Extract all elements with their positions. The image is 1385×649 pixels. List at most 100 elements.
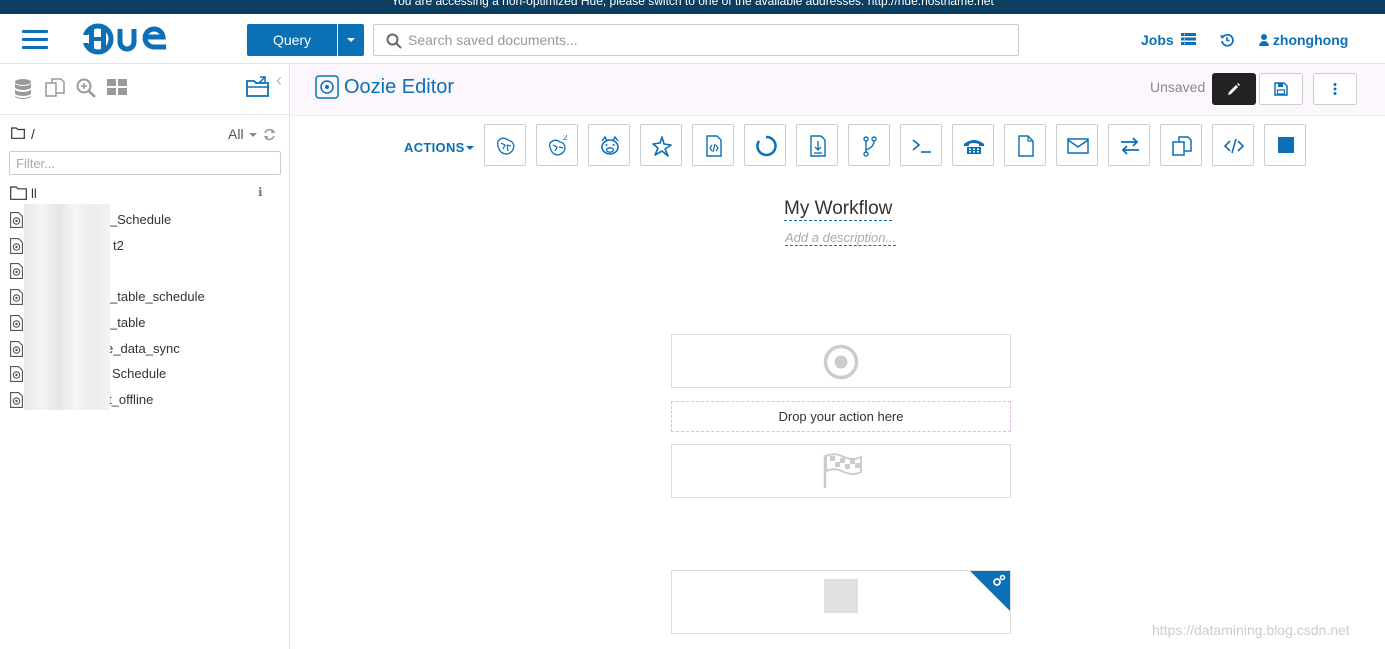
file-name: e_data_sync xyxy=(106,341,180,356)
code-fork-icon xyxy=(863,136,877,157)
hue-logo[interactable] xyxy=(82,23,182,55)
folder-row[interactable]: ll xyxy=(10,184,280,204)
oozie-icon xyxy=(315,75,339,99)
spark-action-button[interactable] xyxy=(640,124,682,166)
search-input[interactable] xyxy=(408,29,1008,51)
folder-name: ll xyxy=(31,186,37,201)
pencil-icon xyxy=(1228,83,1240,95)
spark-icon xyxy=(652,136,672,157)
hive-icon xyxy=(497,137,515,155)
file-name: t_offline xyxy=(108,392,154,407)
file-name: _table xyxy=(110,315,146,330)
grid-icon[interactable] xyxy=(107,78,127,96)
more-vertical-icon xyxy=(1333,83,1337,95)
stop-square-icon xyxy=(1278,137,1294,153)
redacted-area xyxy=(24,204,110,410)
edit-button[interactable] xyxy=(1212,73,1256,105)
file-name: _table_schedule xyxy=(110,289,205,304)
code-icon xyxy=(1223,138,1245,154)
folder-icon xyxy=(11,127,25,139)
filter-input[interactable] xyxy=(9,151,281,175)
query-button[interactable]: Query xyxy=(247,24,337,56)
sqoop-icon xyxy=(756,135,777,157)
navbar: Query Jobs zhonghong xyxy=(0,14,1385,64)
banner-text: You are accessing a non-optimized Hue, p… xyxy=(391,0,994,8)
search-assist-icon[interactable] xyxy=(76,78,96,98)
watermark: https://datamining.blog.csdn.net xyxy=(1152,622,1350,638)
svg-text:2: 2 xyxy=(563,135,568,142)
cogs-icon[interactable] xyxy=(992,574,1006,588)
search-box[interactable] xyxy=(373,24,1019,56)
ssh-action-button[interactable] xyxy=(952,124,994,166)
action-drop-zone[interactable]: Drop your action here xyxy=(671,401,1011,432)
workflow-file-icon xyxy=(10,392,23,408)
workflow-file-icon xyxy=(10,263,23,279)
workflow-description[interactable]: Add a description... xyxy=(785,230,897,246)
divider xyxy=(0,114,289,115)
exchange-icon xyxy=(1121,137,1139,155)
workflow-name[interactable]: My Workflow xyxy=(784,198,893,221)
save-status: Unsaved xyxy=(1150,79,1206,95)
filter-type-dropdown[interactable]: All xyxy=(228,126,244,142)
hive-action-button[interactable] xyxy=(484,124,526,166)
current-path[interactable]: / xyxy=(31,126,35,142)
hive2-icon: 2 xyxy=(549,135,568,156)
hamburger-icon[interactable] xyxy=(22,30,48,50)
jobs-link[interactable]: Jobs xyxy=(1141,32,1174,48)
chevron-down-icon xyxy=(249,133,257,137)
java-action-button[interactable] xyxy=(692,124,734,166)
save-button[interactable] xyxy=(1259,73,1303,105)
sqoop-action-button[interactable] xyxy=(744,124,786,166)
java-file-icon xyxy=(706,135,722,157)
documents-icon[interactable] xyxy=(45,78,65,98)
fs-action-button[interactable] xyxy=(1004,124,1046,166)
workflow-file-icon xyxy=(10,366,23,382)
open-folder-icon[interactable] xyxy=(246,76,270,98)
mapreduce-action-button[interactable] xyxy=(796,124,838,166)
database-icon[interactable] xyxy=(14,78,32,100)
hive2-action-button[interactable]: 2 xyxy=(536,124,578,166)
info-icon[interactable]: ℹ xyxy=(258,185,263,199)
search-icon xyxy=(386,33,402,49)
subworkflow-action-button[interactable] xyxy=(848,124,890,166)
workflow-file-icon xyxy=(10,289,23,305)
user-icon xyxy=(1259,34,1269,46)
finish-flag-icon xyxy=(823,453,862,488)
generic-action-button[interactable] xyxy=(1212,124,1254,166)
file-name: t2 xyxy=(113,238,124,253)
email-icon xyxy=(1067,138,1089,154)
more-options-button[interactable] xyxy=(1313,73,1357,105)
refresh-icon[interactable] xyxy=(263,128,276,141)
actions-dropdown[interactable]: ACTIONS xyxy=(404,140,465,155)
jobs-list-icon[interactable] xyxy=(1181,33,1196,45)
kill-action-button[interactable] xyxy=(1264,124,1306,166)
top-banner: You are accessing a non-optimized Hue, p… xyxy=(0,0,1385,14)
email-action-button[interactable] xyxy=(1056,124,1098,166)
user-menu[interactable]: zhonghong xyxy=(1259,32,1348,48)
start-target-icon xyxy=(823,344,859,380)
copy-icon xyxy=(1172,136,1192,156)
workflow-file-icon xyxy=(10,238,23,254)
distcp-action-button[interactable] xyxy=(1160,124,1202,166)
pig-action-button[interactable] xyxy=(588,124,630,166)
phone-icon xyxy=(964,140,984,154)
start-node[interactable] xyxy=(671,334,1011,388)
editor-header: Oozie Editor Unsaved xyxy=(291,64,1385,116)
chevron-down-icon xyxy=(466,146,474,150)
kill-node[interactable] xyxy=(671,570,1011,634)
collapse-panel-icon[interactable]: ‹ xyxy=(276,70,282,91)
streaming-action-button[interactable] xyxy=(1108,124,1150,166)
user-name: zhonghong xyxy=(1272,32,1349,48)
save-icon xyxy=(1274,82,1288,96)
query-dropdown-button[interactable] xyxy=(338,24,364,56)
folder-icon xyxy=(10,186,27,200)
workflow-file-icon xyxy=(10,315,23,331)
shell-action-button[interactable] xyxy=(900,124,942,166)
end-node[interactable] xyxy=(671,444,1011,498)
mapreduce-file-icon xyxy=(810,135,826,157)
pig-icon xyxy=(601,135,619,155)
workflow-file-icon xyxy=(10,341,23,357)
history-icon[interactable] xyxy=(1220,33,1234,47)
workflow-file-icon xyxy=(10,212,23,228)
drop-text: Drop your action here xyxy=(778,409,904,424)
